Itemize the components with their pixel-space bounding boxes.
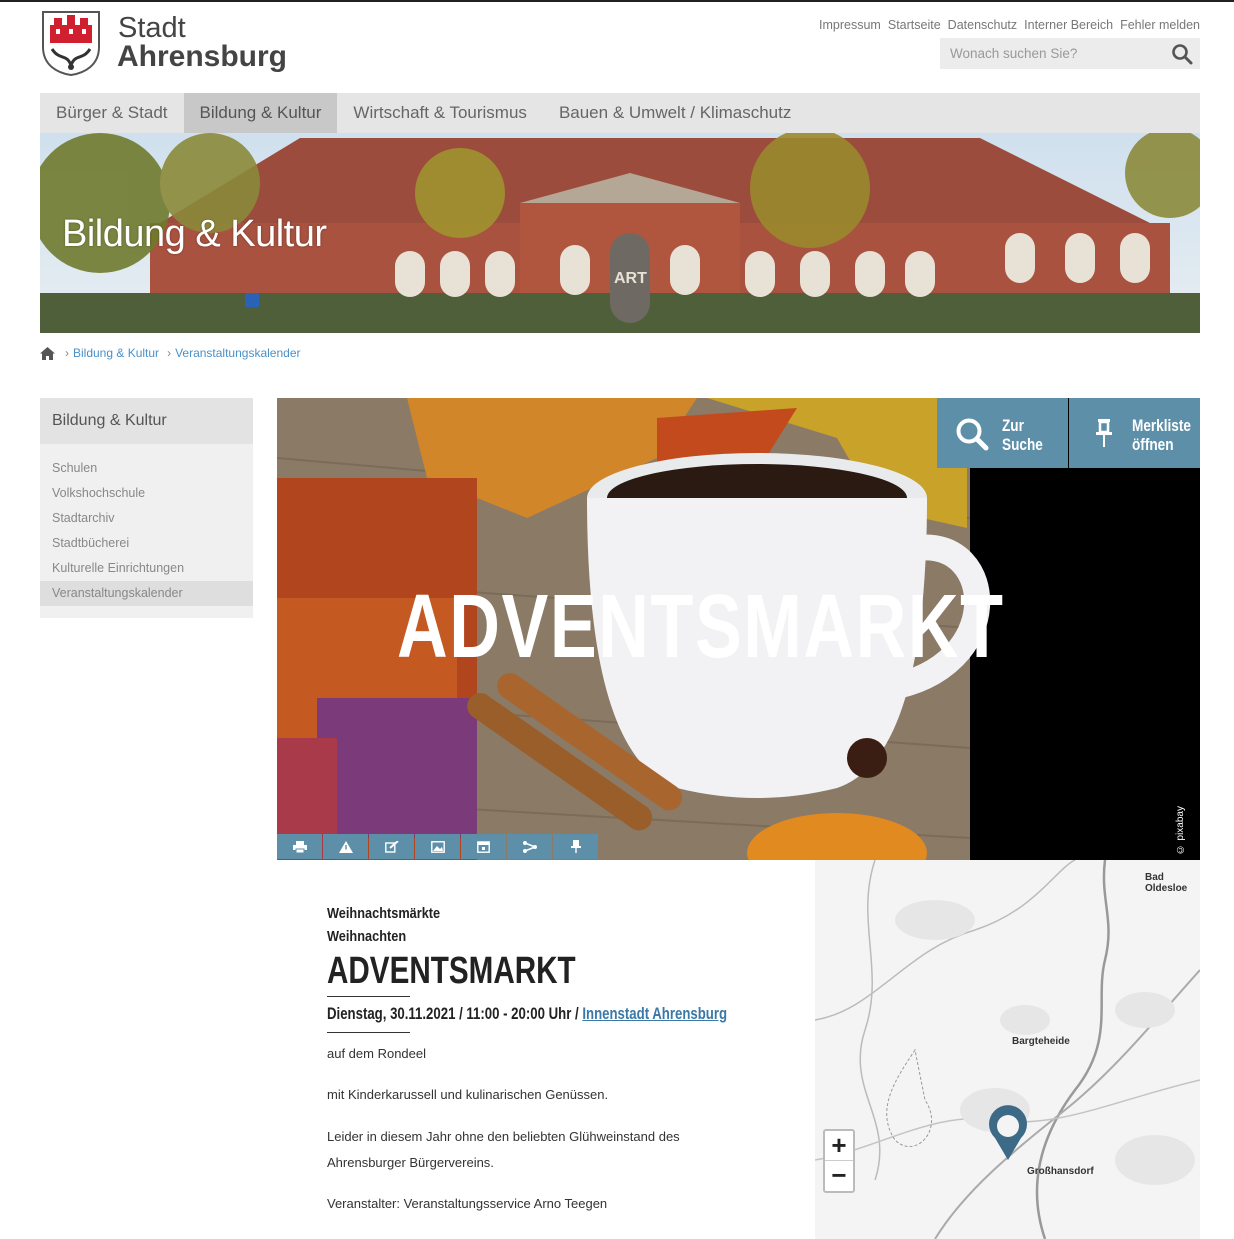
event-toolbar xyxy=(277,834,599,859)
print-button[interactable] xyxy=(277,834,322,859)
pin-icon xyxy=(1096,419,1112,447)
event-image-headline: ADVENTSMARKT xyxy=(397,577,1005,677)
nav-item-buerger-stadt[interactable]: Bürger & Stadt xyxy=(40,93,184,133)
zur-suche-label-line2: Suche xyxy=(1002,435,1043,454)
meta-link-datenschutz[interactable]: Datenschutz xyxy=(948,18,1017,32)
sidebar-item-stadtarchiv[interactable]: Stadtarchiv xyxy=(40,506,253,531)
hero-title: Bildung & Kultur xyxy=(62,213,327,255)
merkliste-label-line1: Merkliste xyxy=(1132,416,1191,435)
sidebar-item-schulen[interactable]: Schulen xyxy=(40,456,253,481)
event-organizer: Veranstalter: Veranstaltungsservice Arno… xyxy=(327,1196,608,1211)
image-button[interactable] xyxy=(415,834,460,859)
search-icon[interactable] xyxy=(1171,43,1193,65)
event-category-2[interactable]: Weihnachten xyxy=(327,928,406,945)
calendar-icon xyxy=(477,841,490,853)
search-input[interactable] xyxy=(940,38,1160,69)
search-icon xyxy=(956,418,989,451)
main-navigation: Bürger & Stadt Bildung & Kultur Wirtscha… xyxy=(40,93,1200,133)
breadcrumb: › Bildung & Kultur › Veranstaltungskalen… xyxy=(40,346,306,360)
edit-icon xyxy=(384,840,399,853)
merkliste-label-line2: öffnen xyxy=(1132,435,1174,454)
bookmark-button[interactable] xyxy=(553,834,598,859)
pin-icon xyxy=(570,840,581,853)
image-icon xyxy=(430,840,445,853)
zur-suche-button[interactable]: Zur Suche xyxy=(937,398,1068,468)
meta-link-fehler-melden[interactable]: Fehler melden xyxy=(1120,18,1200,32)
sidebar-item-stadtbuecherei[interactable]: Stadtbücherei xyxy=(40,531,253,556)
map-tiles xyxy=(815,860,1200,1239)
nav-item-bauen-umwelt[interactable]: Bauen & Umwelt / Klimaschutz xyxy=(543,93,807,133)
nav-item-wirtschaft-tourismus[interactable]: Wirtschaft & Tourismus xyxy=(337,93,543,133)
breadcrumb-link-veranstaltungskalender[interactable]: Veranstaltungskalender xyxy=(175,346,300,360)
meta-links: Impressum Startseite Datenschutz Interne… xyxy=(819,18,1200,32)
sidebar-item-volkshochschule[interactable]: Volkshochschule xyxy=(40,481,253,506)
city-crest-logo[interactable] xyxy=(40,9,102,77)
share-icon xyxy=(522,840,537,853)
map-zoom-control: + − xyxy=(823,1129,855,1193)
share-button[interactable] xyxy=(507,834,552,859)
event-date-location: Dienstag, 30.11.2021 / 11:00 - 20:00 Uhr… xyxy=(327,1005,727,1024)
sidebar-item-veranstaltungskalender[interactable]: Veranstaltungskalender xyxy=(40,581,253,606)
divider xyxy=(327,1032,410,1033)
nav-item-bildung-kultur[interactable]: Bildung & Kultur xyxy=(183,93,338,133)
sidebar-list: Schulen Volkshochschule Stadtarchiv Stad… xyxy=(40,444,253,606)
hero-banner: ART Bildung & Kultur xyxy=(40,133,1200,333)
top-border xyxy=(0,0,1234,2)
map-label-bargteheide: Bargteheide xyxy=(1012,1036,1070,1047)
breadcrumb-separator-icon: › xyxy=(65,346,69,360)
calendar-button[interactable] xyxy=(461,834,506,859)
map-location-pin[interactable] xyxy=(989,1105,1027,1160)
meta-link-startseite[interactable]: Startseite xyxy=(888,18,941,32)
event-map[interactable]: Bad Oldesloe Bargteheide Großhansdorf xyxy=(815,860,1200,1239)
logo-text-ahrensburg[interactable]: Ahrensburg xyxy=(117,40,287,74)
merkliste-oeffnen-button[interactable]: Merkliste öffnen xyxy=(1069,398,1200,468)
event-location-link[interactable]: Innenstadt Ahrensburg xyxy=(582,1005,727,1023)
print-icon xyxy=(292,840,307,853)
breadcrumb-separator-icon: › xyxy=(167,346,172,360)
sidebar-heading[interactable]: Bildung & Kultur xyxy=(40,398,253,444)
search-box xyxy=(940,38,1200,69)
map-label-grosshansdorf: Großhansdorf xyxy=(1027,1166,1094,1177)
edit-button[interactable] xyxy=(369,834,414,859)
event-description-2: mit Kinderkarussell und kulinarischen Ge… xyxy=(327,1087,609,1102)
image-copyright: © pixabay xyxy=(1175,805,1186,854)
meta-link-impressum[interactable]: Impressum xyxy=(819,18,881,32)
map-label-bad-oldesloe: Bad Oldesloe xyxy=(1145,872,1188,894)
zur-suche-label-line1: Zur xyxy=(1002,416,1024,435)
event-title: ADVENTSMARKT xyxy=(327,950,576,992)
event-date-time: Dienstag, 30.11.2021 / 11:00 - 20:00 Uhr… xyxy=(327,1005,583,1023)
meta-link-interner-bereich[interactable]: Interner Bereich xyxy=(1024,18,1113,32)
zoom-in-button[interactable]: + xyxy=(825,1131,853,1161)
event-description-3: Leider in diesem Jahr ohne den beliebten… xyxy=(327,1129,680,1170)
event-category-1[interactable]: Weihnachtsmärkte xyxy=(327,905,440,922)
warning-icon xyxy=(338,840,353,853)
home-icon[interactable] xyxy=(40,346,55,360)
breadcrumb-link-bildung-kultur[interactable]: Bildung & Kultur xyxy=(73,346,159,360)
event-description-1: auf dem Rondeel xyxy=(327,1046,427,1061)
sidebar: Bildung & Kultur Schulen Volkshochschule… xyxy=(40,398,253,618)
divider xyxy=(327,996,410,997)
zoom-out-button[interactable]: − xyxy=(825,1161,853,1191)
report-button[interactable] xyxy=(323,834,368,859)
building-sign: ART xyxy=(614,270,647,287)
sidebar-item-kulturelle-einrichtungen[interactable]: Kulturelle Einrichtungen xyxy=(40,556,253,581)
